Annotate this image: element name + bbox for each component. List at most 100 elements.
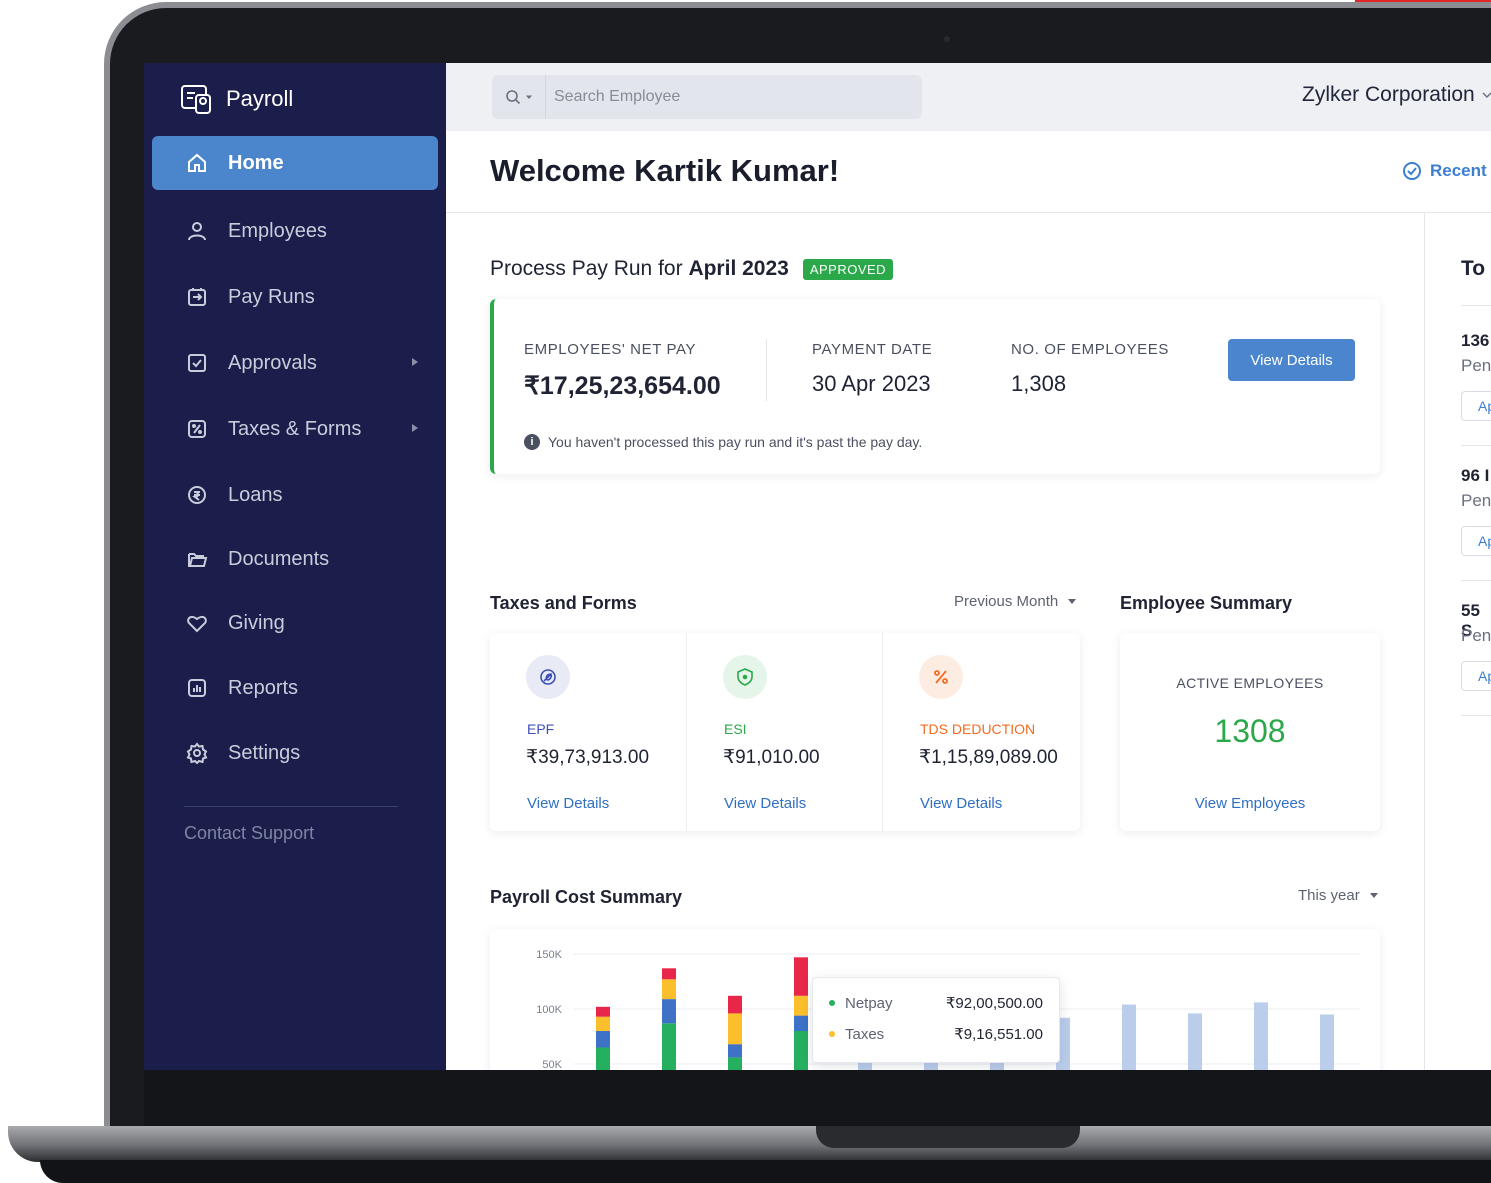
tax-item-tds: TDS DEDUCTION ₹1,15,89,089.00 View Detai…	[882, 633, 1078, 831]
bar	[1122, 1004, 1136, 1070]
gear-icon	[186, 742, 208, 764]
todo-item-action-button[interactable]: Ap	[1461, 391, 1491, 421]
payroll-cost-period-dropdown[interactable]: This year	[1298, 887, 1378, 904]
search-input[interactable]	[546, 88, 906, 106]
app-brand[interactable]: Payroll	[180, 81, 293, 117]
sidebar-divider	[184, 806, 398, 807]
y-tick-label: 50K	[542, 1059, 562, 1070]
sidebar-item-label: Approvals	[228, 351, 317, 374]
pay-run-period: April 2023	[688, 257, 789, 280]
tax-label: TDS DEDUCTION	[920, 721, 1036, 737]
dropdown-arrow-icon	[1068, 599, 1077, 604]
dropdown-arrow-icon	[1369, 893, 1378, 898]
search-filter-toggle[interactable]	[492, 75, 546, 119]
sidebar-item-label: Loans	[228, 483, 283, 506]
recent-updates-label: Recent U	[1430, 161, 1491, 180]
todo-divider	[1461, 305, 1491, 306]
submenu-caret-icon	[412, 358, 418, 366]
bar-segment-taxes	[596, 1016, 610, 1031]
tooltip-series-name: Netpay	[845, 994, 893, 1012]
tooltip-row-taxes: Taxes ₹9,16,551.00	[829, 1025, 1043, 1043]
view-details-button[interactable]: View Details	[1228, 339, 1355, 381]
bar-segment-netpay	[794, 1031, 808, 1070]
esi-shield-icon	[723, 655, 767, 699]
folder-icon	[188, 553, 208, 567]
bar-segment-other	[794, 957, 808, 996]
sidebar-item-loans[interactable]: Loans	[152, 468, 438, 522]
taxes-section-title: Taxes and Forms	[490, 593, 637, 613]
chart-tooltip: Netpay ₹92,00,500.00 Taxes ₹9,16,551.00	[812, 977, 1060, 1063]
sidebar-item-label: Home	[228, 151, 284, 174]
bar-segment-taxes	[794, 995, 808, 1016]
app-name: Payroll	[226, 86, 294, 111]
sidebar-item-approvals[interactable]: Approvals	[152, 336, 438, 390]
employee-summary-card: ACTIVE EMPLOYEES 1308 View Employees	[1120, 633, 1380, 831]
sidebar-item-pay-runs[interactable]: Pay Runs	[152, 270, 438, 324]
tax-label: EPF	[527, 721, 555, 737]
payroll-cost-period-value: This year	[1298, 887, 1360, 904]
recent-updates-link[interactable]: Recent U	[1402, 161, 1491, 181]
todo-item-action-button[interactable]: Ap	[1461, 661, 1491, 691]
topbar: Zylker Corporation	[446, 63, 1491, 131]
tds-view-details-link[interactable]: View Details	[920, 795, 1002, 812]
sidebar-item-settings[interactable]: Settings	[152, 726, 438, 780]
pay-run-warning-text: You haven't processed this pay run and i…	[548, 434, 923, 450]
bar-segment-other	[728, 995, 742, 1014]
pay-run-title-prefix: Process Pay Run for	[490, 257, 683, 280]
employee-count-value: 1,308	[1011, 371, 1067, 396]
sidebar-item-taxes-forms[interactable]: Taxes & Forms	[152, 402, 438, 456]
tooltip-series-value: ₹92,00,500.00	[945, 995, 1043, 1012]
sidebar-item-reports[interactable]: Reports	[152, 661, 438, 715]
taxes-legend-dot	[829, 1031, 835, 1037]
status-badge: APPROVED	[802, 258, 894, 280]
tooltip-row-netpay: Netpay ₹92,00,500.00	[829, 994, 1043, 1012]
pay-runs-icon	[188, 288, 206, 306]
sidebar-item-employees[interactable]: Employees	[152, 204, 438, 258]
home-icon	[188, 153, 206, 172]
todo-item-count: 96 I	[1461, 466, 1490, 485]
user-icon	[188, 222, 206, 241]
sidebar-item-home[interactable]: Home	[152, 136, 438, 190]
pay-run-card: EMPLOYEES' NET PAY ₹17,25,23,654.00 PAYM…	[490, 299, 1380, 474]
bar-segment-deductions	[596, 1031, 610, 1048]
netpay-legend-dot	[829, 1000, 835, 1006]
todo-divider	[1461, 580, 1491, 581]
organization-name: Zylker Corporation	[1302, 83, 1475, 106]
pay-run-heading: Process Pay Run for April 2023 APPROVED	[490, 257, 894, 281]
todo-item-status: Pen	[1461, 491, 1491, 510]
pay-run-warning: i You haven't processed this pay run and…	[524, 434, 922, 450]
tax-label: ESI	[724, 721, 747, 737]
rupee-circle-icon	[188, 486, 206, 504]
bar-segment-deductions	[662, 999, 676, 1024]
bar	[1320, 1014, 1334, 1070]
contact-support-link[interactable]: Contact Support	[184, 823, 314, 844]
bar-segment-deductions	[794, 1015, 808, 1031]
bar-segment-taxes	[728, 1013, 742, 1045]
heart-icon	[187, 615, 207, 633]
laptop-notch	[816, 1126, 1080, 1148]
todo-divider	[1461, 445, 1491, 446]
tooltip-series-value: ₹9,16,551.00	[954, 1026, 1043, 1043]
bar	[1254, 1002, 1268, 1070]
sidebar-item-label: Employees	[228, 219, 327, 242]
todo-item-action-button[interactable]: Ap	[1461, 526, 1491, 556]
chevron-down-icon	[1482, 92, 1491, 99]
chevron-down-icon	[525, 95, 532, 99]
bar-segment-other	[596, 1006, 610, 1017]
sidebar-item-giving[interactable]: Giving	[152, 596, 438, 650]
taxes-period-dropdown[interactable]: Previous Month	[954, 593, 1077, 610]
epf-view-details-link[interactable]: View Details	[527, 795, 609, 812]
tax-amount: ₹39,73,913.00	[526, 747, 650, 768]
todo-item-count: 136	[1461, 331, 1490, 350]
y-tick-label: 150K	[536, 949, 562, 961]
payroll-cost-chart: 150K100K50K25K Netpay ₹92,00,500.00 Taxe…	[490, 929, 1380, 1070]
percent-square-icon	[188, 420, 206, 438]
sidebar-item-documents[interactable]: Documents	[152, 532, 438, 586]
bar	[1188, 1013, 1202, 1070]
bar-report-icon	[188, 679, 206, 697]
view-employees-link[interactable]: View Employees	[1120, 795, 1380, 812]
esi-view-details-link[interactable]: View Details	[724, 795, 806, 812]
tax-amount: ₹1,15,89,089.00	[919, 747, 1058, 768]
organization-switcher[interactable]: Zylker Corporation	[1302, 83, 1491, 107]
todo-panel-title: To	[1461, 257, 1486, 280]
